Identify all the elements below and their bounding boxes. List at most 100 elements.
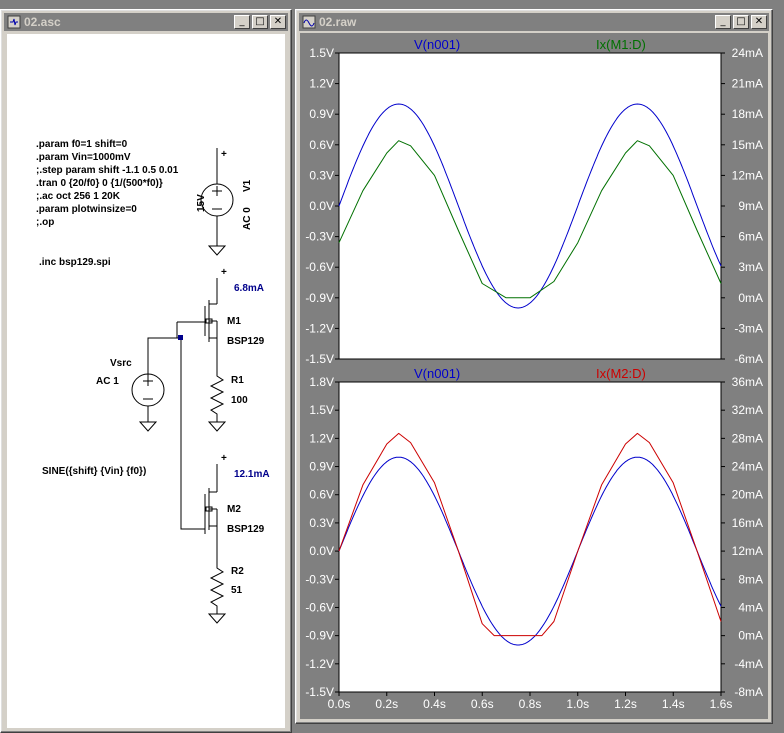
m1-mosfet[interactable]: [177, 278, 218, 369]
gate-junction-dot: [178, 335, 183, 340]
y-right-tick-label: 12mA: [732, 544, 763, 558]
top-pane-right-trace-label: Ix(M1:D): [596, 37, 646, 52]
include-directive: .inc bsp129.spi: [39, 257, 111, 268]
y-right-tick-label: 28mA: [732, 431, 763, 445]
y-left-tick-label: -1.2V: [305, 321, 334, 335]
x-tick-label: 0.6s: [471, 697, 494, 711]
directive-line: .param f0=1 shift=0: [36, 139, 128, 150]
m1-name-label: M1: [227, 316, 241, 327]
x-tick-label: 0.8s: [519, 697, 542, 711]
y-right-tick-label: 6mA: [738, 230, 763, 244]
r1-name-label: R1: [231, 375, 244, 386]
y-right-tick-label: 3mA: [738, 260, 763, 274]
x-tick-label: 1.4s: [662, 697, 685, 711]
x-tick-label: 0.0s: [328, 697, 351, 711]
waveform-window-title: 02.raw: [319, 15, 357, 29]
y-left-tick-label: -0.6V: [305, 600, 334, 614]
y-left-tick-label: 1.5V: [309, 46, 334, 60]
schematic-titlebar[interactable]: 02.asc _ □ ✕: [4, 13, 288, 31]
v1-value-label: 15V: [196, 194, 207, 212]
y-left-tick-label: 0.9V: [309, 107, 334, 121]
schematic-app-icon: [7, 15, 21, 29]
y-right-tick-label: -4mA: [734, 657, 763, 671]
y-left-tick-label: 0.9V: [309, 460, 334, 474]
directive-line: ;.ac oct 256 1 20K: [36, 191, 121, 202]
y-right-tick-label: 0mA: [738, 291, 763, 305]
y-left-tick-label: -0.9V: [305, 291, 334, 305]
y-right-tick-label: 20mA: [732, 488, 763, 502]
y-left-tick-label: 1.8V: [309, 375, 334, 389]
directive-line: .tran 0 {20/f0} 0 {1/(500*f0)}: [36, 178, 163, 189]
y-right-tick-label: 21mA: [732, 77, 763, 91]
x-tick-label: 0.2s: [375, 697, 398, 711]
m2-mosfet[interactable]: [204, 464, 218, 561]
directive-line: ;.op: [36, 217, 54, 228]
m2-name-label: M2: [227, 504, 241, 515]
directive-line: .param plotwinsize=0: [36, 204, 137, 215]
y-right-tick-label: 9mA: [738, 199, 763, 213]
m1-current-annotation: 6.8mA: [234, 283, 264, 294]
sine-source-expression: SINE({shift} {Vin} {f0}): [42, 466, 146, 477]
directive-line: ;.step param shift -1.1 0.5 0.01: [36, 165, 179, 176]
y-left-tick-label: 0.0V: [309, 199, 334, 213]
y-left-tick-label: 0.6V: [309, 138, 334, 152]
v1-plus-marker: +: [221, 149, 227, 160]
m2-model-label: BSP129: [227, 524, 265, 535]
waveform-window[interactable]: 02.raw _ □ ✕ 1.5V 1.2V 0.9V 0.6V 0.3V 0.0V -0.…: [295, 9, 773, 724]
vsrc-voltage-source[interactable]: [131, 322, 205, 530]
y-right-tick-label: 32mA: [732, 403, 763, 417]
close-button[interactable]: ✕: [751, 15, 767, 29]
x-tick-label: 1.2s: [614, 697, 637, 711]
m1-model-label: BSP129: [227, 336, 265, 347]
bottom-pane-left-trace-label: V(n001): [414, 366, 460, 381]
maximize-button[interactable]: □: [733, 15, 749, 29]
r2-name-label: R2: [231, 566, 244, 577]
m1-plus-marker: +: [221, 267, 227, 278]
y-right-tick-label: 36mA: [732, 375, 763, 389]
y-left-tick-label: -1.2V: [305, 657, 334, 671]
y-right-tick-label: 18mA: [732, 107, 763, 121]
r1-resistor[interactable]: [207, 369, 227, 432]
bottom-pane-plot-frame: [338, 381, 722, 693]
r2-resistor[interactable]: [207, 561, 227, 624]
y-left-tick-label: -0.9V: [305, 629, 334, 643]
maximize-button[interactable]: □: [252, 15, 268, 29]
y-left-tick-label: -0.6V: [305, 260, 334, 274]
y-left-tick-label: 0.3V: [309, 168, 334, 182]
y-right-tick-label: -3mA: [734, 321, 763, 335]
m2-current-annotation: 12.1mA: [234, 469, 270, 480]
y-left-tick-label: 0.3V: [309, 516, 334, 530]
y-right-tick-label: 24mA: [732, 460, 763, 474]
bottom-pane-right-trace-label: Ix(M2:D): [596, 366, 646, 381]
y-right-tick-label: 0mA: [738, 629, 763, 643]
m2-plus-marker: +: [221, 453, 227, 464]
waveform-app-icon: [302, 15, 316, 29]
minimize-button[interactable]: _: [715, 15, 731, 29]
y-left-tick-label: -0.3V: [305, 230, 334, 244]
minimize-button[interactable]: _: [234, 15, 250, 29]
y-right-tick-label: -8mA: [734, 685, 763, 699]
y-left-tick-label: -1.5V: [305, 352, 334, 366]
y-right-tick-label: 4mA: [738, 600, 763, 614]
v1-name-label: V1: [242, 179, 253, 192]
plot-area[interactable]: 1.5V 1.2V 0.9V 0.6V 0.3V 0.0V -0.3V -0.6V -0.9V -…: [300, 33, 768, 719]
r1-value-label: 100: [231, 395, 248, 406]
schematic-window-title: 02.asc: [24, 15, 61, 29]
y-right-tick-label: 12mA: [732, 168, 763, 182]
schematic-canvas[interactable]: .param f0=1 shift=0 .param Vin=1000mV ;.…: [7, 34, 285, 728]
x-tick-label: 1.0s: [566, 697, 589, 711]
close-button[interactable]: ✕: [270, 15, 286, 29]
y-left-tick-label: 0.6V: [309, 488, 334, 502]
y-right-tick-label: -6mA: [734, 352, 763, 366]
schematic-window[interactable]: 02.asc _ □ ✕ .param f0=1 shift=0 .param …: [0, 9, 292, 733]
vsrc-ac-label: AC 1: [96, 376, 119, 387]
y-left-tick-label: 1.5V: [309, 403, 334, 417]
y-right-tick-label: 24mA: [732, 46, 763, 60]
r2-value-label: 51: [231, 585, 243, 596]
y-right-tick-label: 8mA: [738, 572, 763, 586]
y-left-tick-label: 0.0V: [309, 544, 334, 558]
schematic-drawing: .param f0=1 shift=0 .param Vin=1000mV ;.…: [36, 139, 270, 624]
x-tick-label: 0.4s: [423, 697, 446, 711]
waveform-plots: 1.5V 1.2V 0.9V 0.6V 0.3V 0.0V -0.3V -0.6V -0.9V -…: [305, 37, 763, 711]
waveform-titlebar[interactable]: 02.raw _ □ ✕: [299, 13, 769, 31]
